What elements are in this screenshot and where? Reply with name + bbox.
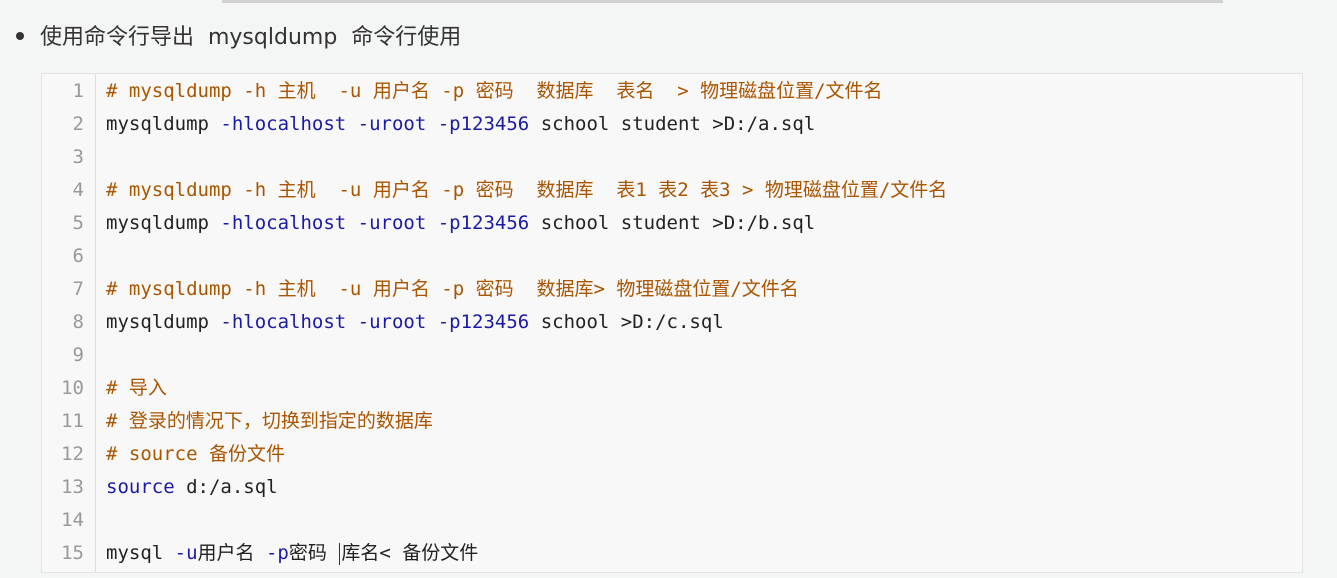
code-line: 15 mysql -u用户名 -p密码 库名< 备份文件 xyxy=(42,537,1302,570)
line-number: 14 xyxy=(61,509,84,531)
heading-text: 使用命令行导出 mysqldump 命令行使用 xyxy=(40,25,462,50)
code-line: 10 # 导入 xyxy=(42,372,1302,405)
code-token: mysqldump xyxy=(106,311,221,333)
code-text: # source 备份文件 xyxy=(106,438,285,471)
line-number: 3 xyxy=(72,146,84,168)
code-token: 主机 xyxy=(277,179,339,201)
code-token: 主机 xyxy=(277,278,339,300)
code-token: -u xyxy=(338,278,373,300)
line-number: 1 xyxy=(72,80,84,102)
code-token: -hlocalhost -uroot -p123456 xyxy=(220,311,541,333)
code-token: school student >D:/a.sql xyxy=(540,113,816,135)
code-token: d:/a.sql xyxy=(186,476,278,498)
code-token: 用户名 xyxy=(197,542,266,564)
line-number: 10 xyxy=(61,377,84,399)
code-token: source xyxy=(106,476,187,498)
code-token: # 导入 xyxy=(106,377,167,399)
line-number: 7 xyxy=(72,278,84,300)
code-line: 11 # 登录的情况下，切换到指定的数据库 xyxy=(42,405,1302,438)
code-token: -u xyxy=(174,542,198,564)
code-token: school >D:/c.sql xyxy=(540,311,724,333)
code-token: -u xyxy=(338,179,373,201)
bullet-heading: 使用命令行导出 mysqldump 命令行使用 xyxy=(16,18,461,52)
bullet-icon xyxy=(16,32,24,40)
code-token: 主机 xyxy=(277,80,339,102)
code-line: 6 xyxy=(42,240,1302,273)
code-token: -p xyxy=(441,179,476,201)
line-number: 5 xyxy=(72,212,84,234)
code-token: # mysqldump -h xyxy=(106,179,278,201)
line-number: 9 xyxy=(72,344,84,366)
code-line: 5 mysqldump -hlocalhost -uroot -p123456 s… xyxy=(42,207,1302,240)
code-token: # mysqldump -h xyxy=(106,278,278,300)
code-text: mysqldump -hlocalhost -uroot -p123456 sc… xyxy=(106,207,815,240)
code-token: 库名< 备份文件 xyxy=(341,542,479,564)
code-token: -p xyxy=(441,80,476,102)
code-token: -hlocalhost -uroot -p123456 xyxy=(220,113,541,135)
code-token: 用户名 xyxy=(372,179,442,201)
code-line: 7 # mysqldump -h 主机 -u 用户名 -p 密码 数据库> 物理磁… xyxy=(42,273,1302,306)
line-number: 15 xyxy=(61,542,84,564)
code-line: 14 xyxy=(42,504,1302,537)
line-number: 11 xyxy=(61,410,84,432)
code-text: mysql -u用户名 -p密码 库名< 备份文件 xyxy=(106,537,478,570)
code-token: mysqldump xyxy=(106,113,221,135)
code-line: 1 # mysqldump -h 主机 -u 用户名 -p 密码 数据库 表名 >… xyxy=(42,75,1302,108)
code-block[interactable]: 1 # mysqldump -h 主机 -u 用户名 -p 密码 数据库 表名 >… xyxy=(41,73,1303,573)
code-text: # 导入 xyxy=(106,372,167,405)
code-token: 用户名 xyxy=(372,278,442,300)
line-number: 2 xyxy=(72,113,84,135)
code-line: 13 source d:/a.sql xyxy=(42,471,1302,504)
line-number: 6 xyxy=(72,245,84,267)
code-token: # source 备份文件 xyxy=(106,443,285,465)
code-token: 密码 数据库> 物理磁盘位置/文件名 xyxy=(475,278,799,300)
code-token: -u xyxy=(338,80,373,102)
code-token: 密码 xyxy=(288,542,339,564)
code-token: # 登录的情况下，切换到指定的数据库 xyxy=(106,410,433,432)
code-text: # mysqldump -h 主机 -u 用户名 -p 密码 数据库> 物理磁盘… xyxy=(106,273,799,306)
line-number: 12 xyxy=(61,443,84,465)
code-token: # mysqldump -h xyxy=(106,80,278,102)
code-token: -hlocalhost -uroot -p123456 xyxy=(220,212,541,234)
code-text: mysqldump -hlocalhost -uroot -p123456 sc… xyxy=(106,306,724,339)
code-text: # mysqldump -h 主机 -u 用户名 -p 密码 数据库 表名 > … xyxy=(106,75,883,108)
code-text: source d:/a.sql xyxy=(106,471,278,504)
code-line: 8 mysqldump -hlocalhost -uroot -p123456 s… xyxy=(42,306,1302,339)
code-token: 密码 数据库 表1 表2 表3 > 物理磁盘位置/文件名 xyxy=(475,179,948,201)
code-line: 4 # mysqldump -h 主机 -u 用户名 -p 密码 数据库 表1 表… xyxy=(42,174,1302,207)
code-token: school student >D:/b.sql xyxy=(540,212,816,234)
code-token: mysqldump xyxy=(106,212,221,234)
code-token: 密码 数据库 表名 > 物理磁盘位置/文件名 xyxy=(475,80,883,102)
top-divider xyxy=(222,0,1223,3)
line-number: 13 xyxy=(61,476,84,498)
code-token: mysql xyxy=(106,542,175,564)
line-number: 4 xyxy=(72,179,84,201)
code-text: mysqldump -hlocalhost -uroot -p123456 sc… xyxy=(106,108,815,141)
code-line: 3 xyxy=(42,141,1302,174)
code-line: 2 mysqldump -hlocalhost -uroot -p123456 s… xyxy=(42,108,1302,141)
code-token: -p xyxy=(441,278,476,300)
code-token: -p xyxy=(265,542,289,564)
code-token: 用户名 xyxy=(372,80,442,102)
code-line: 9 xyxy=(42,339,1302,372)
code-line: 12 # source 备份文件 xyxy=(42,438,1302,471)
code-text: # mysqldump -h 主机 -u 用户名 -p 密码 数据库 表1 表2… xyxy=(106,174,947,207)
code-text: # 登录的情况下，切换到指定的数据库 xyxy=(106,405,433,438)
line-number: 8 xyxy=(72,311,84,333)
